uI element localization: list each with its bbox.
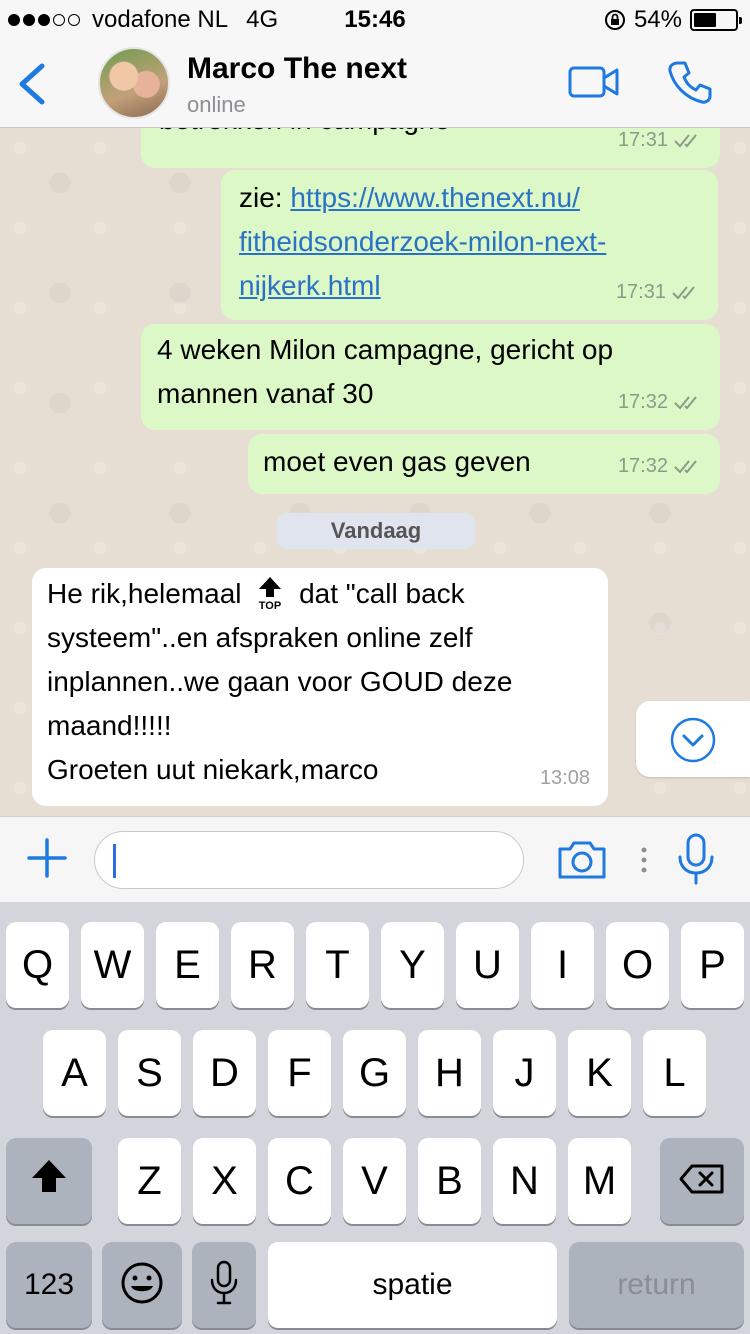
- message-text: dat "call back: [299, 578, 465, 609]
- message-time: 13:08: [539, 767, 590, 789]
- phone-icon[interactable]: [666, 58, 714, 106]
- more-dots-icon[interactable]: [640, 845, 648, 875]
- contact-avatar[interactable]: [98, 47, 170, 119]
- message-text: moet even gas geven: [263, 446, 531, 477]
- scroll-down-icon: [670, 717, 716, 763]
- key-u[interactable]: U: [456, 922, 519, 1008]
- shift-icon: [32, 1160, 66, 1192]
- key-n[interactable]: N: [493, 1138, 556, 1224]
- message-text: maand!!!!!: [47, 710, 172, 741]
- message-bubble-outgoing[interactable]: 4 weken Milon campagne, gericht op manne…: [141, 324, 720, 430]
- message-bubble-outgoing[interactable]: moet even gas geven 17:32: [248, 434, 720, 494]
- emoji-key[interactable]: [102, 1242, 182, 1328]
- back-chevron-icon[interactable]: [14, 60, 50, 108]
- key-y[interactable]: Y: [381, 922, 444, 1008]
- key-b[interactable]: B: [418, 1138, 481, 1224]
- message-text: He rik,helemaal: [47, 578, 242, 609]
- status-bar: vodafone NL 4G 15:46 54%: [0, 0, 750, 40]
- message-time: 17:32: [617, 455, 668, 477]
- key-c[interactable]: C: [268, 1138, 331, 1224]
- contact-name[interactable]: Marco The next: [187, 52, 407, 86]
- top-arrow-emoji: TOP: [259, 577, 282, 611]
- keyboard: QWERTYUIOP ASDFGHJKL ZXCVBNM 123 spatie …: [0, 902, 750, 1334]
- message-bubble-outgoing[interactable]: betrekken in campagne 17:31: [141, 128, 720, 168]
- message-time: 17:31: [617, 129, 668, 151]
- key-h[interactable]: H: [418, 1030, 481, 1116]
- key-w[interactable]: W: [81, 922, 144, 1008]
- plus-icon[interactable]: [26, 837, 68, 879]
- text-caret: [113, 844, 116, 878]
- message-input[interactable]: [94, 831, 524, 889]
- key-r[interactable]: R: [231, 922, 294, 1008]
- key-e[interactable]: E: [156, 922, 219, 1008]
- key-z[interactable]: Z: [118, 1138, 181, 1224]
- read-ticks-icon: [674, 460, 697, 474]
- numbers-key[interactable]: 123: [6, 1242, 92, 1328]
- key-s[interactable]: S: [118, 1030, 181, 1116]
- message-link[interactable]: nijkerk.html: [239, 270, 381, 301]
- key-x[interactable]: X: [193, 1138, 256, 1224]
- backspace-key[interactable]: [660, 1138, 744, 1224]
- key-d[interactable]: D: [193, 1030, 256, 1116]
- dictation-key[interactable]: [192, 1242, 256, 1328]
- key-i[interactable]: I: [531, 922, 594, 1008]
- message-input-bar: [0, 816, 750, 902]
- message-text: inplannen..we gaan voor GOUD deze: [47, 666, 513, 697]
- key-q[interactable]: Q: [6, 922, 69, 1008]
- read-ticks-icon: [674, 396, 697, 410]
- emoji-icon: [121, 1262, 163, 1304]
- key-f[interactable]: F: [268, 1030, 331, 1116]
- shift-key[interactable]: [6, 1138, 92, 1224]
- key-v[interactable]: V: [343, 1138, 406, 1224]
- video-call-icon[interactable]: [568, 64, 620, 100]
- message-meta: 17:31: [616, 270, 700, 314]
- key-o[interactable]: O: [606, 922, 669, 1008]
- message-text: systeem"..en afspraken online zelf: [47, 622, 473, 653]
- battery-icon: [690, 9, 742, 31]
- day-separator: Vandaag: [277, 513, 475, 549]
- chat-messages[interactable]: betrekken in campagne 17:31 zie: https:/…: [0, 128, 750, 816]
- contact-status: online: [187, 92, 246, 117]
- key-j[interactable]: J: [493, 1030, 556, 1116]
- orientation-lock-icon: [604, 10, 625, 30]
- message-text: Groeten uut niekark,marco: [47, 754, 379, 785]
- message-time: 17:31: [615, 281, 666, 303]
- message-meta: 13:08: [540, 756, 590, 800]
- space-key[interactable]: spatie: [268, 1242, 557, 1328]
- dictation-mic-icon: [210, 1260, 238, 1305]
- message-link[interactable]: fitheidsonderzoek-milon-next-: [239, 226, 606, 257]
- key-p[interactable]: P: [681, 922, 744, 1008]
- key-t[interactable]: T: [306, 922, 369, 1008]
- backspace-icon: [679, 1164, 724, 1194]
- message-meta: 17:31: [618, 128, 702, 162]
- battery-percent: 54%: [633, 6, 682, 33]
- camera-icon[interactable]: [556, 839, 608, 881]
- chat-header: Marco The next online: [0, 40, 750, 128]
- read-ticks-icon: [674, 134, 697, 148]
- message-meta: 17:32: [618, 380, 702, 424]
- scroll-to-bottom-button[interactable]: [636, 701, 750, 777]
- key-k[interactable]: K: [568, 1030, 631, 1116]
- microphone-icon[interactable]: [676, 833, 716, 885]
- svg-text:TOP: TOP: [259, 600, 281, 611]
- message-text: 4 weken Milon campagne, gericht op: [157, 334, 614, 365]
- message-link[interactable]: https://www.thenext.nu/: [290, 182, 580, 213]
- message-text: betrekken in campagne: [159, 128, 450, 142]
- key-m[interactable]: M: [568, 1138, 631, 1224]
- read-ticks-icon: [672, 286, 695, 300]
- message-prefix: zie:: [239, 182, 291, 213]
- message-text: mannen vanaf 30: [157, 378, 374, 409]
- message-meta: 17:32: [618, 444, 702, 488]
- key-g[interactable]: G: [343, 1030, 406, 1116]
- key-a[interactable]: A: [43, 1030, 106, 1116]
- message-bubble-incoming[interactable]: He rik,helemaal TOP dat "call back syste…: [32, 568, 608, 806]
- message-bubble-outgoing[interactable]: zie: https://www.thenext.nu/ fitheidsond…: [221, 170, 718, 320]
- return-key[interactable]: return: [569, 1242, 744, 1328]
- message-time: 17:32: [617, 391, 668, 413]
- key-l[interactable]: L: [643, 1030, 706, 1116]
